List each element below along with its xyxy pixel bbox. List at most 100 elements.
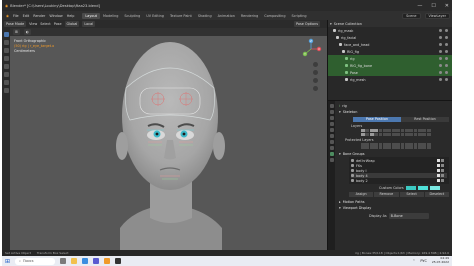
layer-toggle[interactable] [391, 129, 396, 132]
move-tool-icon[interactable] [3, 48, 9, 53]
explorer-icon[interactable] [71, 258, 78, 264]
tab-rendering[interactable]: Rendering [238, 13, 261, 19]
layer-toggle[interactable] [378, 132, 383, 136]
layer-toggle[interactable] [409, 132, 414, 136]
layer-toggle[interactable] [418, 129, 422, 132]
layer-toggle[interactable] [361, 146, 365, 150]
layer-toggle[interactable] [422, 132, 427, 136]
layer-toggle[interactable] [365, 146, 370, 150]
layer-toggle[interactable] [387, 146, 392, 150]
select-menu[interactable]: Select [40, 22, 50, 26]
layer-toggle[interactable] [400, 142, 405, 146]
layer-toggle[interactable] [374, 142, 378, 146]
scene-tab-icon[interactable] [329, 122, 334, 126]
render-camera-icon[interactable] [445, 36, 448, 39]
blender-taskbar-icon[interactable] [104, 258, 111, 264]
layer-toggle[interactable] [391, 146, 396, 150]
render-camera-icon[interactable] [445, 57, 448, 60]
visibility-eye-icon[interactable] [439, 71, 442, 74]
outliner-row[interactable]: RIG_fig [328, 48, 452, 55]
layer-toggle[interactable] [378, 142, 383, 146]
visibility-eye-icon[interactable] [439, 36, 442, 39]
layer-toggle[interactable] [413, 142, 418, 146]
render-camera-icon[interactable] [445, 29, 448, 32]
protected-layers[interactable] [361, 142, 449, 150]
color-swatch-3[interactable] [429, 186, 440, 191]
scene-selector[interactable]: Scene [402, 12, 421, 19]
camera-icon[interactable] [313, 78, 318, 83]
pose-menu[interactable]: Pose [54, 22, 62, 26]
layer-toggle[interactable] [382, 129, 387, 132]
layer-toggle[interactable] [396, 129, 400, 132]
tab-layout[interactable]: Layout [82, 12, 100, 19]
deselect-button[interactable]: Deselect [424, 192, 449, 198]
visibility-eye-icon[interactable] [439, 43, 442, 46]
layer-toggle[interactable] [396, 142, 400, 146]
layer-toggle[interactable] [400, 132, 405, 136]
layer-toggle[interactable] [426, 146, 431, 150]
tab-modeling[interactable]: Modeling [100, 13, 121, 19]
layer-toggle[interactable] [369, 142, 374, 146]
layer-toggle[interactable] [418, 146, 422, 150]
blender-menu-icon[interactable]: ◉ [4, 14, 11, 18]
outliner-row[interactable]: rig_facial [328, 34, 452, 41]
skeleton-section[interactable]: ▾ Skeleton [339, 109, 449, 115]
annotate-tool-icon[interactable] [3, 80, 9, 85]
layer-toggle[interactable] [361, 129, 365, 132]
color-swatch-1[interactable] [405, 186, 416, 191]
layer-toggle[interactable] [426, 142, 431, 146]
layer-toggle[interactable] [391, 142, 396, 146]
orientation-dropdown[interactable]: Global [64, 21, 80, 27]
menu-file[interactable]: File [11, 14, 21, 18]
layer-toggle[interactable] [365, 129, 370, 132]
start-icon[interactable]: ⊞ [5, 258, 10, 265]
tab-sculpting[interactable]: Sculpting [121, 13, 143, 19]
transform-tool-icon[interactable] [3, 72, 9, 77]
outliner-row[interactable]: rig [328, 55, 452, 62]
visibility-eye-icon[interactable] [439, 78, 442, 81]
layer-toggle[interactable] [374, 129, 378, 132]
menu-edit[interactable]: Edit [21, 14, 32, 18]
layer-toggle[interactable] [396, 132, 400, 136]
filter-icon[interactable]: ▾ [330, 22, 332, 26]
bone-group-row[interactable]: body 2 [351, 178, 447, 183]
layer-toggle[interactable] [369, 146, 374, 150]
layer-toggle[interactable] [387, 129, 392, 132]
render-camera-icon[interactable] [445, 43, 448, 46]
minimize-button[interactable]: — [417, 3, 422, 9]
navigation-gizmo[interactable]: X Z Y [300, 38, 322, 60]
layer-toggle[interactable] [400, 146, 405, 150]
bone-tab-icon[interactable] [329, 158, 334, 162]
layer-toggle[interactable] [378, 129, 383, 132]
language-indicator[interactable]: РУС [420, 259, 426, 263]
visibility-eye-icon[interactable] [439, 50, 442, 53]
armature-data-tab-icon[interactable] [329, 152, 334, 156]
viewport-shading-button[interactable]: ◐ [23, 29, 31, 35]
layer-toggle[interactable] [426, 132, 431, 136]
menu-help[interactable]: Help [65, 14, 77, 18]
layer-toggle[interactable] [404, 129, 409, 132]
rotate-tool-icon[interactable] [3, 56, 9, 61]
layer-toggle[interactable] [426, 129, 431, 132]
object-name[interactable]: rig [342, 104, 347, 108]
scale-tool-icon[interactable] [3, 64, 9, 69]
outliner-row[interactable]: face_and_head [328, 41, 452, 48]
taskbar-search[interactable]: ⌕ Поиск [15, 257, 56, 265]
visibility-eye-icon[interactable] [439, 29, 442, 32]
layer-toggle[interactable] [365, 142, 370, 146]
maximize-button[interactable]: ☐ [431, 3, 435, 9]
task-view-icon[interactable] [60, 258, 67, 264]
layer-toggle[interactable] [404, 142, 409, 146]
layer-toggle[interactable] [382, 142, 387, 146]
tab-animation[interactable]: Animation [215, 13, 238, 19]
modifier-tab-icon[interactable] [329, 140, 334, 144]
pose-options-button[interactable]: Pose Options [293, 21, 320, 27]
layer-toggle[interactable] [409, 146, 414, 150]
view-menu[interactable]: View [29, 22, 37, 26]
layer-toggle[interactable] [418, 142, 422, 146]
tab-texture-paint[interactable]: Texture Paint [167, 13, 195, 19]
layer-toggle[interactable] [382, 146, 387, 150]
constraint-tab-icon[interactable] [329, 146, 334, 150]
visibility-eye-icon[interactable] [439, 64, 442, 67]
output-tab-icon[interactable] [329, 116, 334, 120]
